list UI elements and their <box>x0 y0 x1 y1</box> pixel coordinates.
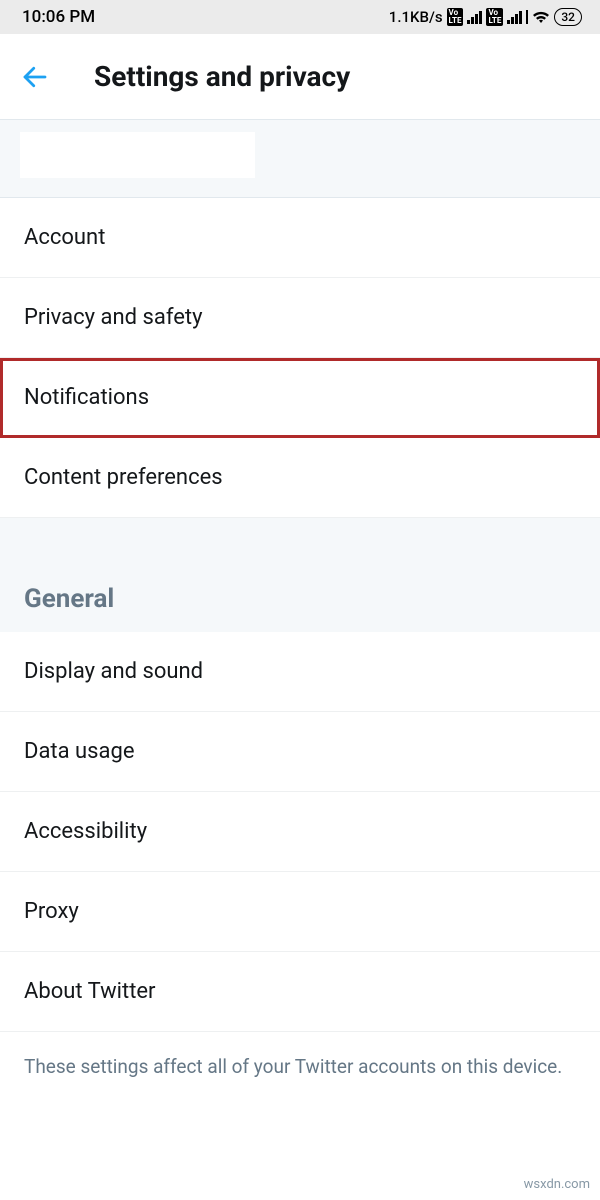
section-header-general: General <box>0 518 600 632</box>
settings-item-content-prefs[interactable]: Content preferences <box>0 438 600 518</box>
watermark: wsxdn.com <box>524 1177 590 1192</box>
username-redacted <box>20 132 255 178</box>
signal-empty-icon <box>526 10 528 24</box>
settings-item-about[interactable]: About Twitter <box>0 952 600 1032</box>
settings-general-list: Display and sound Data usage Accessibili… <box>0 632 600 1032</box>
back-button[interactable] <box>20 62 50 92</box>
volte-icon: VoLTE <box>447 8 464 26</box>
status-right: 1.1KB/s VoLTE VoLTE 32 <box>389 8 582 26</box>
settings-item-notifications[interactable]: Notifications <box>0 358 600 438</box>
status-bar: 10:06 PM 1.1KB/s VoLTE VoLTE 32 <box>0 0 600 34</box>
battery-icon: 32 <box>554 8 582 26</box>
settings-item-accessibility[interactable]: Accessibility <box>0 792 600 872</box>
wifi-icon <box>532 10 550 24</box>
volte-icon-2: VoLTE <box>486 8 503 26</box>
settings-item-data-usage[interactable]: Data usage <box>0 712 600 792</box>
account-username-section <box>0 119 600 198</box>
settings-item-privacy[interactable]: Privacy and safety <box>0 278 600 358</box>
settings-main-list: Account Privacy and safety Notifications… <box>0 198 600 518</box>
signal-icon-2 <box>507 10 522 24</box>
network-speed: 1.1KB/s <box>389 8 443 26</box>
page-title: Settings and privacy <box>94 60 350 93</box>
signal-icon <box>467 10 482 24</box>
footer-note: These settings affect all of your Twitte… <box>0 1032 600 1080</box>
status-time: 10:06 PM <box>22 7 95 27</box>
settings-item-proxy[interactable]: Proxy <box>0 872 600 952</box>
app-header: Settings and privacy <box>0 34 600 119</box>
settings-item-account[interactable]: Account <box>0 198 600 278</box>
settings-item-display-sound[interactable]: Display and sound <box>0 632 600 712</box>
